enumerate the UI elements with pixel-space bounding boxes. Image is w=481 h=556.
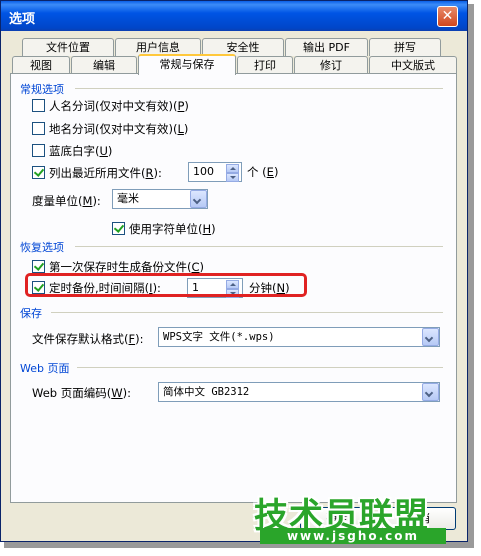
tab-file-location[interactable]: 文件位置 [22,38,114,56]
web-group-line [77,367,443,368]
recent-files-checkbox[interactable] [32,166,45,179]
tab-print[interactable]: 打印 [237,56,293,74]
chevron-down-icon[interactable] [422,383,439,401]
place-name-checkbox[interactable] [32,122,45,135]
tab-spelling[interactable]: 拼写 [369,38,441,56]
person-name-checkbox[interactable] [32,99,45,112]
web-encoding-label: Web 页面编码(W): [32,386,131,400]
measure-unit-label: 度量单位(M): [32,194,101,208]
blue-bg-checkbox[interactable] [32,144,45,157]
recent-files-label: 列出最近所用文件(R): [49,166,162,180]
save-group-line [51,312,443,313]
spin-down-icon[interactable] [226,173,239,182]
general-group-title: 常规选项 [20,83,64,96]
web-group-title: Web 页面 [20,362,70,375]
save-group-title: 保存 [20,307,42,320]
recent-files-unit: 个 (E) [247,165,279,179]
window-title: 选项 [9,12,36,27]
chevron-down-icon[interactable] [422,328,439,346]
save-format-label: 文件保存默认格式(F): [32,332,144,346]
tab-output-pdf[interactable]: 输出 PDF [285,38,368,56]
close-icon: ✕ [441,8,454,24]
blue-bg-label: 蓝底白字(U) [49,144,113,158]
tab-chinese-layout[interactable]: 中文版式 [369,56,457,74]
spin-up-icon[interactable] [226,164,239,173]
chevron-down-icon[interactable] [190,190,207,208]
red-highlight-box [25,273,307,297]
watermark-logo: 技术员联盟 www.jsgho.com [254,488,474,548]
close-button[interactable]: ✕ [437,6,458,27]
web-encoding-select[interactable]: 简体中文 GB2312 [158,382,440,402]
watermark-url: www.jsgho.com [260,528,446,544]
recent-files-spinner[interactable] [225,163,240,182]
person-name-label: 人名分词(仅对中文有效)(P) [49,99,189,113]
tab-edit[interactable]: 编辑 [71,56,137,74]
title-bar[interactable]: 选项 ✕ [1,1,467,31]
tab-row-front: 视图 编辑 常规与保存 打印 修订 中文版式 [12,54,458,75]
save-format-select[interactable]: WPS文字 文件(*.wps) [158,327,440,347]
tab-view[interactable]: 视图 [12,56,70,74]
recovery-group-line [75,246,443,247]
tab-general-save[interactable]: 常规与保存 [138,54,236,75]
general-group-line [75,88,443,89]
first-save-backup-checkbox[interactable] [32,260,45,273]
place-name-label: 地名分词(仅对中文有效)(L) [49,122,189,136]
recovery-group-title: 恢复选项 [20,241,64,254]
options-dialog: 选项 ✕ 文件位置 用户信息 安全性 输出 PDF 拼写 视图 编辑 常规与保存… [0,0,468,542]
char-unit-label: 使用字符单位(H) [129,222,216,236]
char-unit-checkbox[interactable] [112,222,125,235]
tab-revision[interactable]: 修订 [294,56,368,74]
